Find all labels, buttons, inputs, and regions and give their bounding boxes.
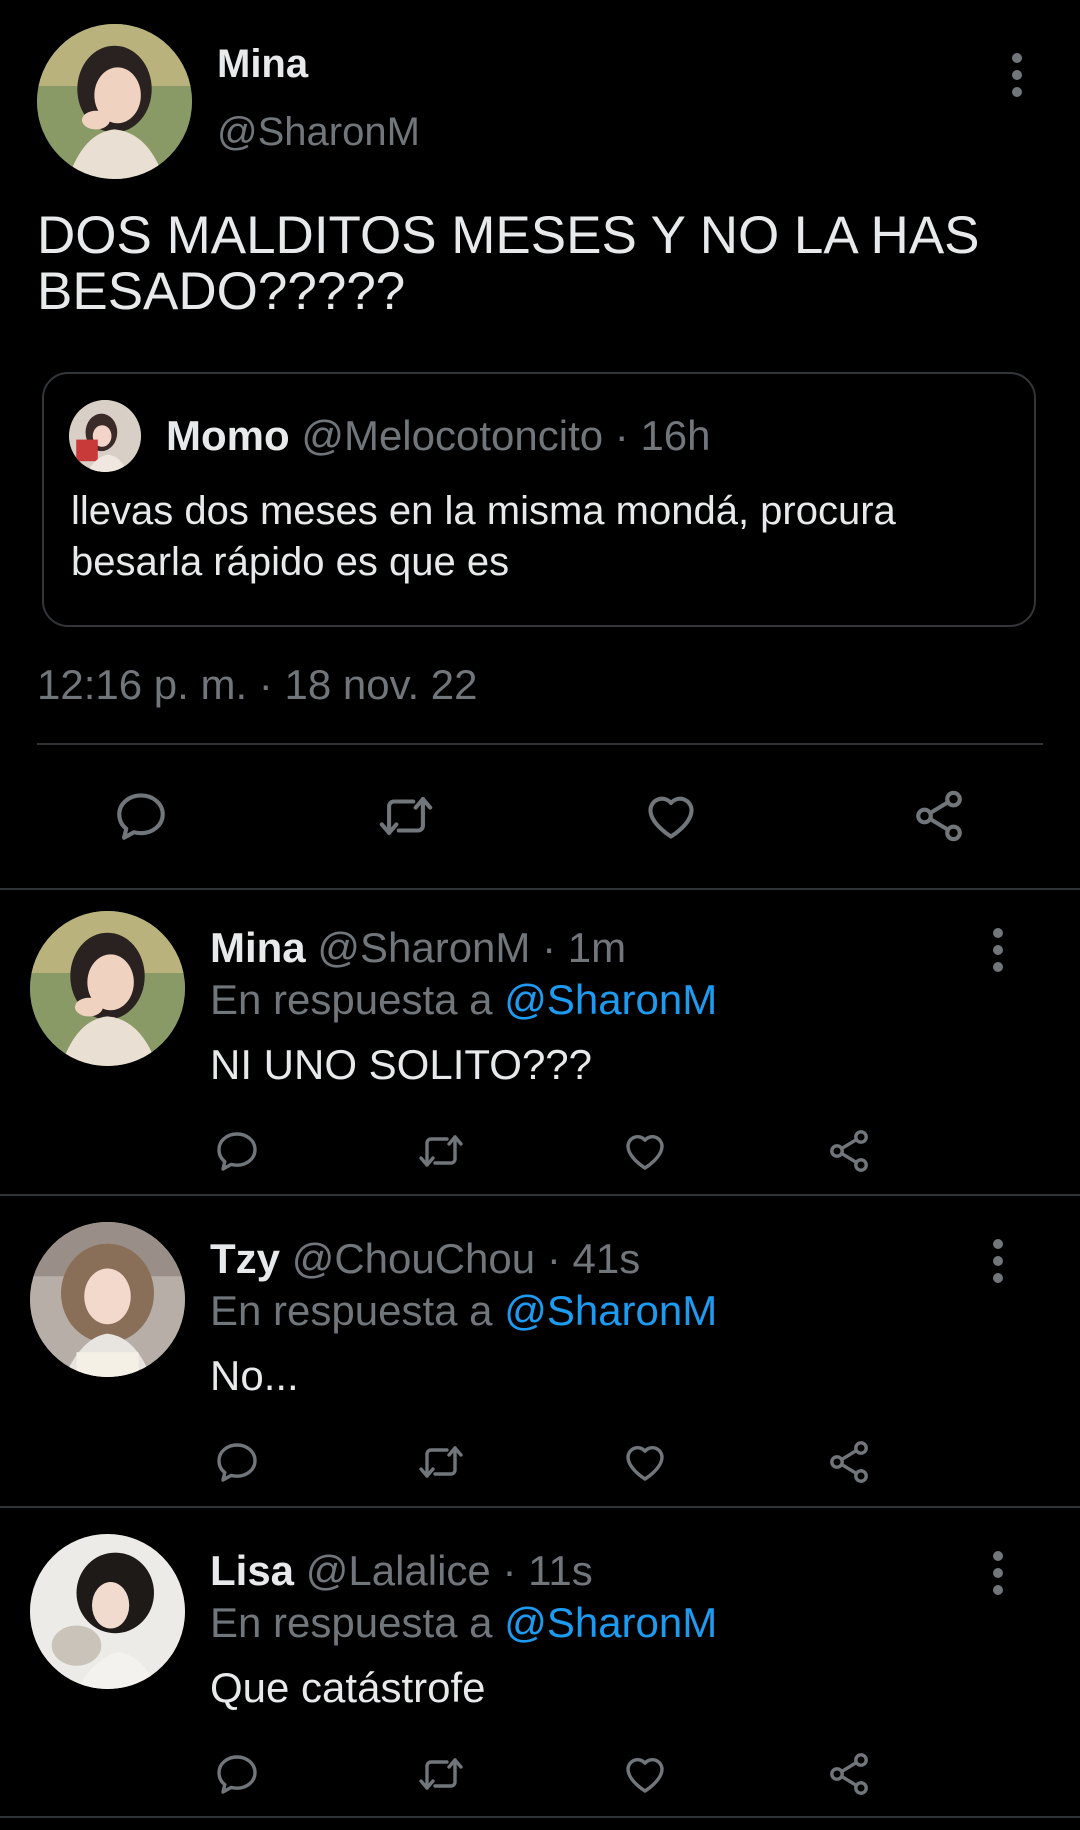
separator-dot: · <box>614 412 629 459</box>
divider <box>37 743 1043 745</box>
quoted-author-handle: @Melocotoncito <box>301 412 604 459</box>
share-icon[interactable] <box>910 787 968 845</box>
in-reply-to: En respuesta a @SharonM <box>210 975 717 1025</box>
quoted-time: 16h <box>640 412 711 459</box>
tweet-date: 18 nov. 22 <box>284 661 478 708</box>
avatar-photo <box>69 400 141 472</box>
avatar[interactable] <box>30 911 185 1066</box>
reply-icon[interactable] <box>213 1438 261 1486</box>
quoted-author-name: Momo <box>166 412 290 459</box>
quoted-avatar <box>69 400 141 472</box>
reply-icon[interactable] <box>213 1127 261 1175</box>
separator-dot: · <box>546 1235 561 1282</box>
reply-text: Que catástrofe <box>210 1664 486 1711</box>
tweet-text: DOS MALDITOS MESES Y NO LA HAS BESADO???… <box>37 206 980 321</box>
avatar[interactable] <box>30 1534 185 1689</box>
author-handle[interactable]: @Lalalice <box>306 1547 491 1594</box>
like-icon[interactable] <box>642 787 700 845</box>
reply-time: 1m <box>567 924 627 971</box>
separator-dot: · <box>542 924 557 971</box>
reply-time: 41s <box>572 1235 641 1282</box>
reply-header: Mina @SharonM · 1m <box>210 923 626 973</box>
more-options-icon[interactable] <box>988 1238 1008 1284</box>
share-icon[interactable] <box>825 1750 873 1798</box>
retweet-icon[interactable] <box>417 1127 465 1175</box>
reply-text: NI UNO SOLITO??? <box>210 1041 593 1088</box>
avatar[interactable] <box>30 1222 185 1377</box>
avatar-photo <box>30 1222 185 1377</box>
author-name[interactable]: Mina <box>210 924 306 971</box>
reply-tweet[interactable]: Mina @SharonM · 1m En respuesta a @Sharo… <box>0 897 1080 1207</box>
avatar-photo <box>30 1534 185 1689</box>
like-icon[interactable] <box>621 1438 669 1486</box>
in-reply-to: En respuesta a @SharonM <box>210 1598 717 1648</box>
author-name[interactable]: Mina <box>217 40 308 88</box>
reply-icon[interactable] <box>213 1750 261 1798</box>
separator-dot: · <box>502 1547 517 1594</box>
main-tweet: Mina @SharonM DOS MALDITOS MESES Y NO LA… <box>0 0 1080 890</box>
author-handle[interactable]: @SharonM <box>217 108 420 156</box>
retweet-icon[interactable] <box>417 1750 465 1798</box>
quoted-header: Momo @Melocotoncito · 16h <box>166 412 711 460</box>
tweet-time: 12:16 p. m. <box>37 661 248 708</box>
author-handle[interactable]: @SharonM <box>317 924 530 971</box>
avatar-photo <box>37 24 192 179</box>
share-icon[interactable] <box>825 1438 873 1486</box>
in-reply-to-label: En respuesta a <box>210 1599 493 1646</box>
author-handle[interactable]: @ChouChou <box>292 1235 535 1282</box>
separator-dot: · <box>258 661 273 708</box>
reply-icon[interactable] <box>112 787 170 845</box>
share-icon[interactable] <box>825 1127 873 1175</box>
like-icon[interactable] <box>621 1127 669 1175</box>
author-name[interactable]: Lisa <box>210 1547 294 1594</box>
in-reply-to-link[interactable]: @SharonM <box>504 1287 717 1334</box>
avatar-photo <box>30 911 185 1066</box>
retweet-icon[interactable] <box>377 787 435 845</box>
quoted-tweet-card[interactable]: Momo @Melocotoncito · 16h llevas dos mes… <box>42 372 1036 627</box>
reply-tweet[interactable]: Tzy @ChouChou · 41s En respuesta a @Shar… <box>0 1208 1080 1518</box>
reply-tweet[interactable]: Lisa @Lalalice · 11s En respuesta a @Sha… <box>0 1520 1080 1830</box>
quoted-text: llevas dos meses en la misma mondá, proc… <box>71 489 896 584</box>
reply-time: 11s <box>528 1547 593 1594</box>
in-reply-to-label: En respuesta a <box>210 976 493 1023</box>
divider <box>0 888 1080 890</box>
divider <box>0 1194 1080 1196</box>
more-options-icon[interactable] <box>988 927 1008 973</box>
more-options-icon[interactable] <box>988 1550 1008 1596</box>
avatar[interactable] <box>37 24 192 179</box>
in-reply-to: En respuesta a @SharonM <box>210 1286 717 1336</box>
divider <box>0 1506 1080 1508</box>
in-reply-to-label: En respuesta a <box>210 1287 493 1334</box>
in-reply-to-link[interactable]: @SharonM <box>504 1599 717 1646</box>
reply-header: Lisa @Lalalice · 11s <box>210 1546 593 1596</box>
like-icon[interactable] <box>621 1750 669 1798</box>
reply-header: Tzy @ChouChou · 41s <box>210 1234 640 1284</box>
retweet-icon[interactable] <box>417 1438 465 1486</box>
tweet-timestamp[interactable]: 12:16 p. m. · 18 nov. 22 <box>37 660 478 710</box>
author-name[interactable]: Tzy <box>210 1235 280 1282</box>
divider <box>0 1816 1080 1818</box>
reply-text: No... <box>210 1352 299 1399</box>
more-options-icon[interactable] <box>1007 52 1027 98</box>
in-reply-to-link[interactable]: @SharonM <box>504 976 717 1023</box>
